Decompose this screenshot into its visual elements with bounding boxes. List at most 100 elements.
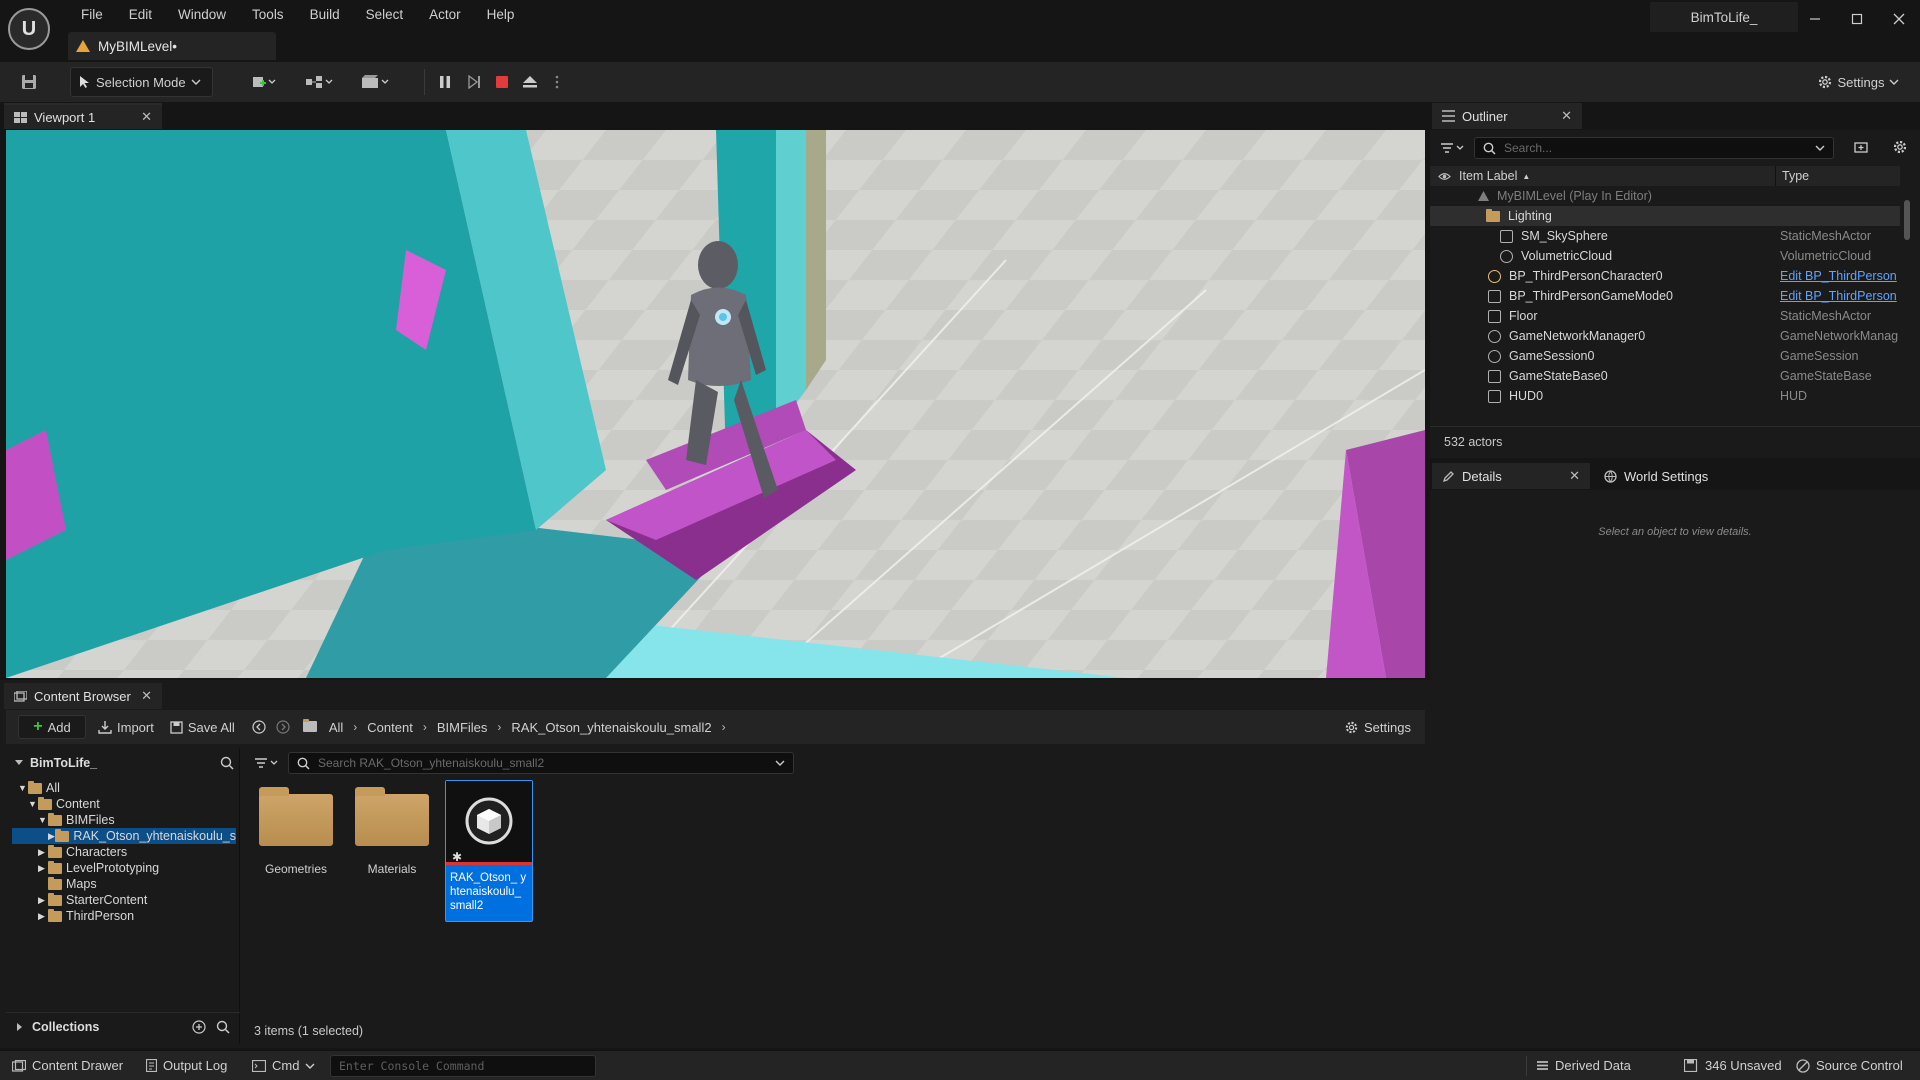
source-control-label: Source Control [1816, 1058, 1903, 1073]
eject-icon[interactable] [518, 67, 542, 97]
content-browser-tab[interactable]: Content Browser ✕ [4, 683, 162, 709]
viewport-scene [6, 130, 1425, 678]
tree-item-content[interactable]: ▼ Content [12, 796, 236, 812]
edit-blueprint-link[interactable]: Edit BP_ThirdPerson [1780, 269, 1897, 283]
chevron-right-icon[interactable]: › [722, 720, 726, 734]
forward-icon[interactable] [273, 712, 293, 742]
chevron-right-icon[interactable]: › [353, 720, 357, 734]
visibility-eye-icon[interactable] [1438, 172, 1451, 181]
col-type[interactable]: Type [1775, 166, 1809, 186]
outliner-row[interactable]: HUD0 HUD [1430, 386, 1900, 406]
outliner-row[interactable]: VolumetricCloud VolumetricCloud [1430, 246, 1900, 266]
menu-tools[interactable]: Tools [239, 5, 297, 25]
save-icon[interactable] [16, 67, 42, 97]
project-header[interactable]: BimToLife_ [14, 754, 234, 772]
viewport-tab[interactable]: Viewport 1 ✕ [4, 103, 162, 129]
cb-settings-button[interactable]: Settings [1344, 712, 1411, 742]
save-all-button[interactable]: Save All [170, 712, 235, 742]
settings-button[interactable]: Settings [1812, 67, 1904, 97]
console-command-input[interactable]: Enter Console Command [330, 1055, 596, 1077]
cmd-dropdown[interactable]: Cmd [252, 1058, 315, 1073]
import-button[interactable]: Import [98, 712, 154, 742]
derived-data-button[interactable]: Derived Data [1536, 1058, 1631, 1073]
tree-item-bimfiles[interactable]: ▼ BIMFiles [12, 812, 236, 828]
close-icon[interactable]: ✕ [141, 688, 152, 704]
outliner-search-input[interactable]: Search... [1474, 137, 1834, 159]
more-options-icon[interactable] [550, 67, 564, 97]
unsaved-button[interactable]: 346 Unsaved [1684, 1058, 1782, 1073]
chevron-down-icon[interactable] [1815, 144, 1825, 152]
asset-search-input[interactable]: Search RAK_Otson_yhtenaiskoulu_small2 [288, 752, 794, 774]
menu-file[interactable]: File [68, 5, 116, 25]
outliner-row[interactable]: GameStateBase0 GameStateBase [1430, 366, 1900, 386]
tree-item-characters[interactable]: ▶ Characters [12, 844, 236, 860]
chevron-right-icon[interactable]: › [423, 720, 427, 734]
add-folder-icon[interactable] [1854, 140, 1868, 154]
outliner-scrollbar[interactable] [1904, 200, 1910, 240]
unreal-logo-icon[interactable]: U [8, 8, 50, 50]
selection-mode-dropdown[interactable]: Selection Mode [70, 67, 213, 97]
gear-icon[interactable] [1892, 139, 1908, 155]
tree-item-maps[interactable]: Maps [12, 876, 236, 892]
collections-header[interactable]: Collections [6, 1012, 240, 1040]
level-tab[interactable]: MyBIMLevel• [68, 32, 276, 60]
maximize-icon[interactable] [1839, 6, 1875, 32]
menu-edit[interactable]: Edit [116, 5, 165, 25]
output-log-button[interactable]: Output Log [146, 1058, 227, 1073]
menu-select[interactable]: Select [353, 5, 417, 25]
search-icon[interactable] [220, 756, 234, 770]
asset-folder-geometries[interactable]: Geometries [252, 784, 340, 876]
outliner-row[interactable]: BP_ThirdPersonGameMode0 Edit BP_ThirdPer… [1430, 286, 1900, 306]
breadcrumb-current[interactable]: RAK_Otson_yhtenaiskoulu_small2 [511, 720, 711, 735]
breadcrumb-bimfiles[interactable]: BIMFiles [437, 720, 488, 735]
world-settings-tab[interactable]: World Settings [1594, 463, 1754, 489]
blueprint-button[interactable] [300, 67, 340, 97]
chevron-right-icon[interactable]: › [497, 720, 501, 734]
tree-item-all[interactable]: ▼ All [12, 780, 236, 796]
source-control-button[interactable]: Source Control [1796, 1058, 1903, 1073]
tree-item-levelprototyping[interactable]: ▶ LevelPrototyping [12, 860, 236, 876]
outliner-row[interactable]: BP_ThirdPersonCharacter0 Edit BP_ThirdPe… [1430, 266, 1900, 286]
tree-item-rak-otson[interactable]: ▶ RAK_Otson_yhtenaiskoulu_s [12, 828, 236, 844]
minimize-icon[interactable] [1797, 6, 1833, 32]
breadcrumb-content[interactable]: Content [367, 720, 413, 735]
outliner-row-level[interactable]: MyBIMLevel (Play In Editor) [1430, 186, 1900, 206]
stop-icon[interactable] [490, 67, 514, 97]
chevron-down-icon[interactable] [775, 759, 785, 767]
outliner-row-lighting-folder[interactable]: Lighting [1430, 206, 1900, 226]
source-control-icon [1796, 1058, 1810, 1073]
col-item-label[interactable]: Item Label [1459, 169, 1517, 183]
details-tab[interactable]: Details ✕ [1432, 463, 1590, 489]
outliner-row[interactable]: SM_SkySphere StaticMeshActor [1430, 226, 1900, 246]
menu-build[interactable]: Build [297, 5, 353, 25]
step-frame-icon[interactable] [462, 67, 486, 97]
outliner-tab[interactable]: Outliner ✕ [1432, 103, 1582, 129]
menu-help[interactable]: Help [474, 5, 528, 25]
menu-actor[interactable]: Actor [416, 5, 474, 25]
asset-folder-materials[interactable]: Materials [348, 784, 436, 876]
close-icon[interactable]: ✕ [141, 109, 152, 125]
close-icon[interactable]: ✕ [1561, 108, 1572, 124]
cinematics-button[interactable] [356, 67, 396, 97]
content-drawer-button[interactable]: Content Drawer [12, 1058, 123, 1073]
asset-rak-otson-selected[interactable]: ✱ RAK_Otson_ yhtenaiskoulu_ small2 [445, 780, 533, 922]
outliner-row[interactable]: Floor StaticMeshActor [1430, 306, 1900, 326]
search-icon[interactable] [216, 1020, 230, 1034]
close-icon[interactable]: ✕ [1569, 468, 1580, 484]
breadcrumb-all[interactable]: All [329, 720, 343, 735]
game-viewport[interactable] [6, 130, 1425, 678]
back-icon[interactable] [249, 712, 269, 742]
tree-item-thirdperson[interactable]: ▶ ThirdPerson [12, 908, 236, 924]
tree-item-startercontent[interactable]: ▶ StarterContent [12, 892, 236, 908]
add-collection-icon[interactable] [192, 1019, 206, 1034]
add-button[interactable]: + Add [18, 715, 86, 739]
edit-blueprint-link[interactable]: Edit BP_ThirdPerson [1780, 289, 1897, 303]
filter-icon[interactable] [1440, 138, 1470, 158]
filter-icon[interactable] [254, 752, 284, 774]
close-window-icon[interactable] [1881, 6, 1917, 32]
outliner-row[interactable]: GameSession0 GameSession [1430, 346, 1900, 366]
add-actor-button[interactable] [244, 67, 284, 97]
outliner-row[interactable]: GameNetworkManager0 GameNetworkManag [1430, 326, 1900, 346]
pause-icon[interactable] [433, 67, 457, 97]
menu-window[interactable]: Window [165, 5, 239, 25]
